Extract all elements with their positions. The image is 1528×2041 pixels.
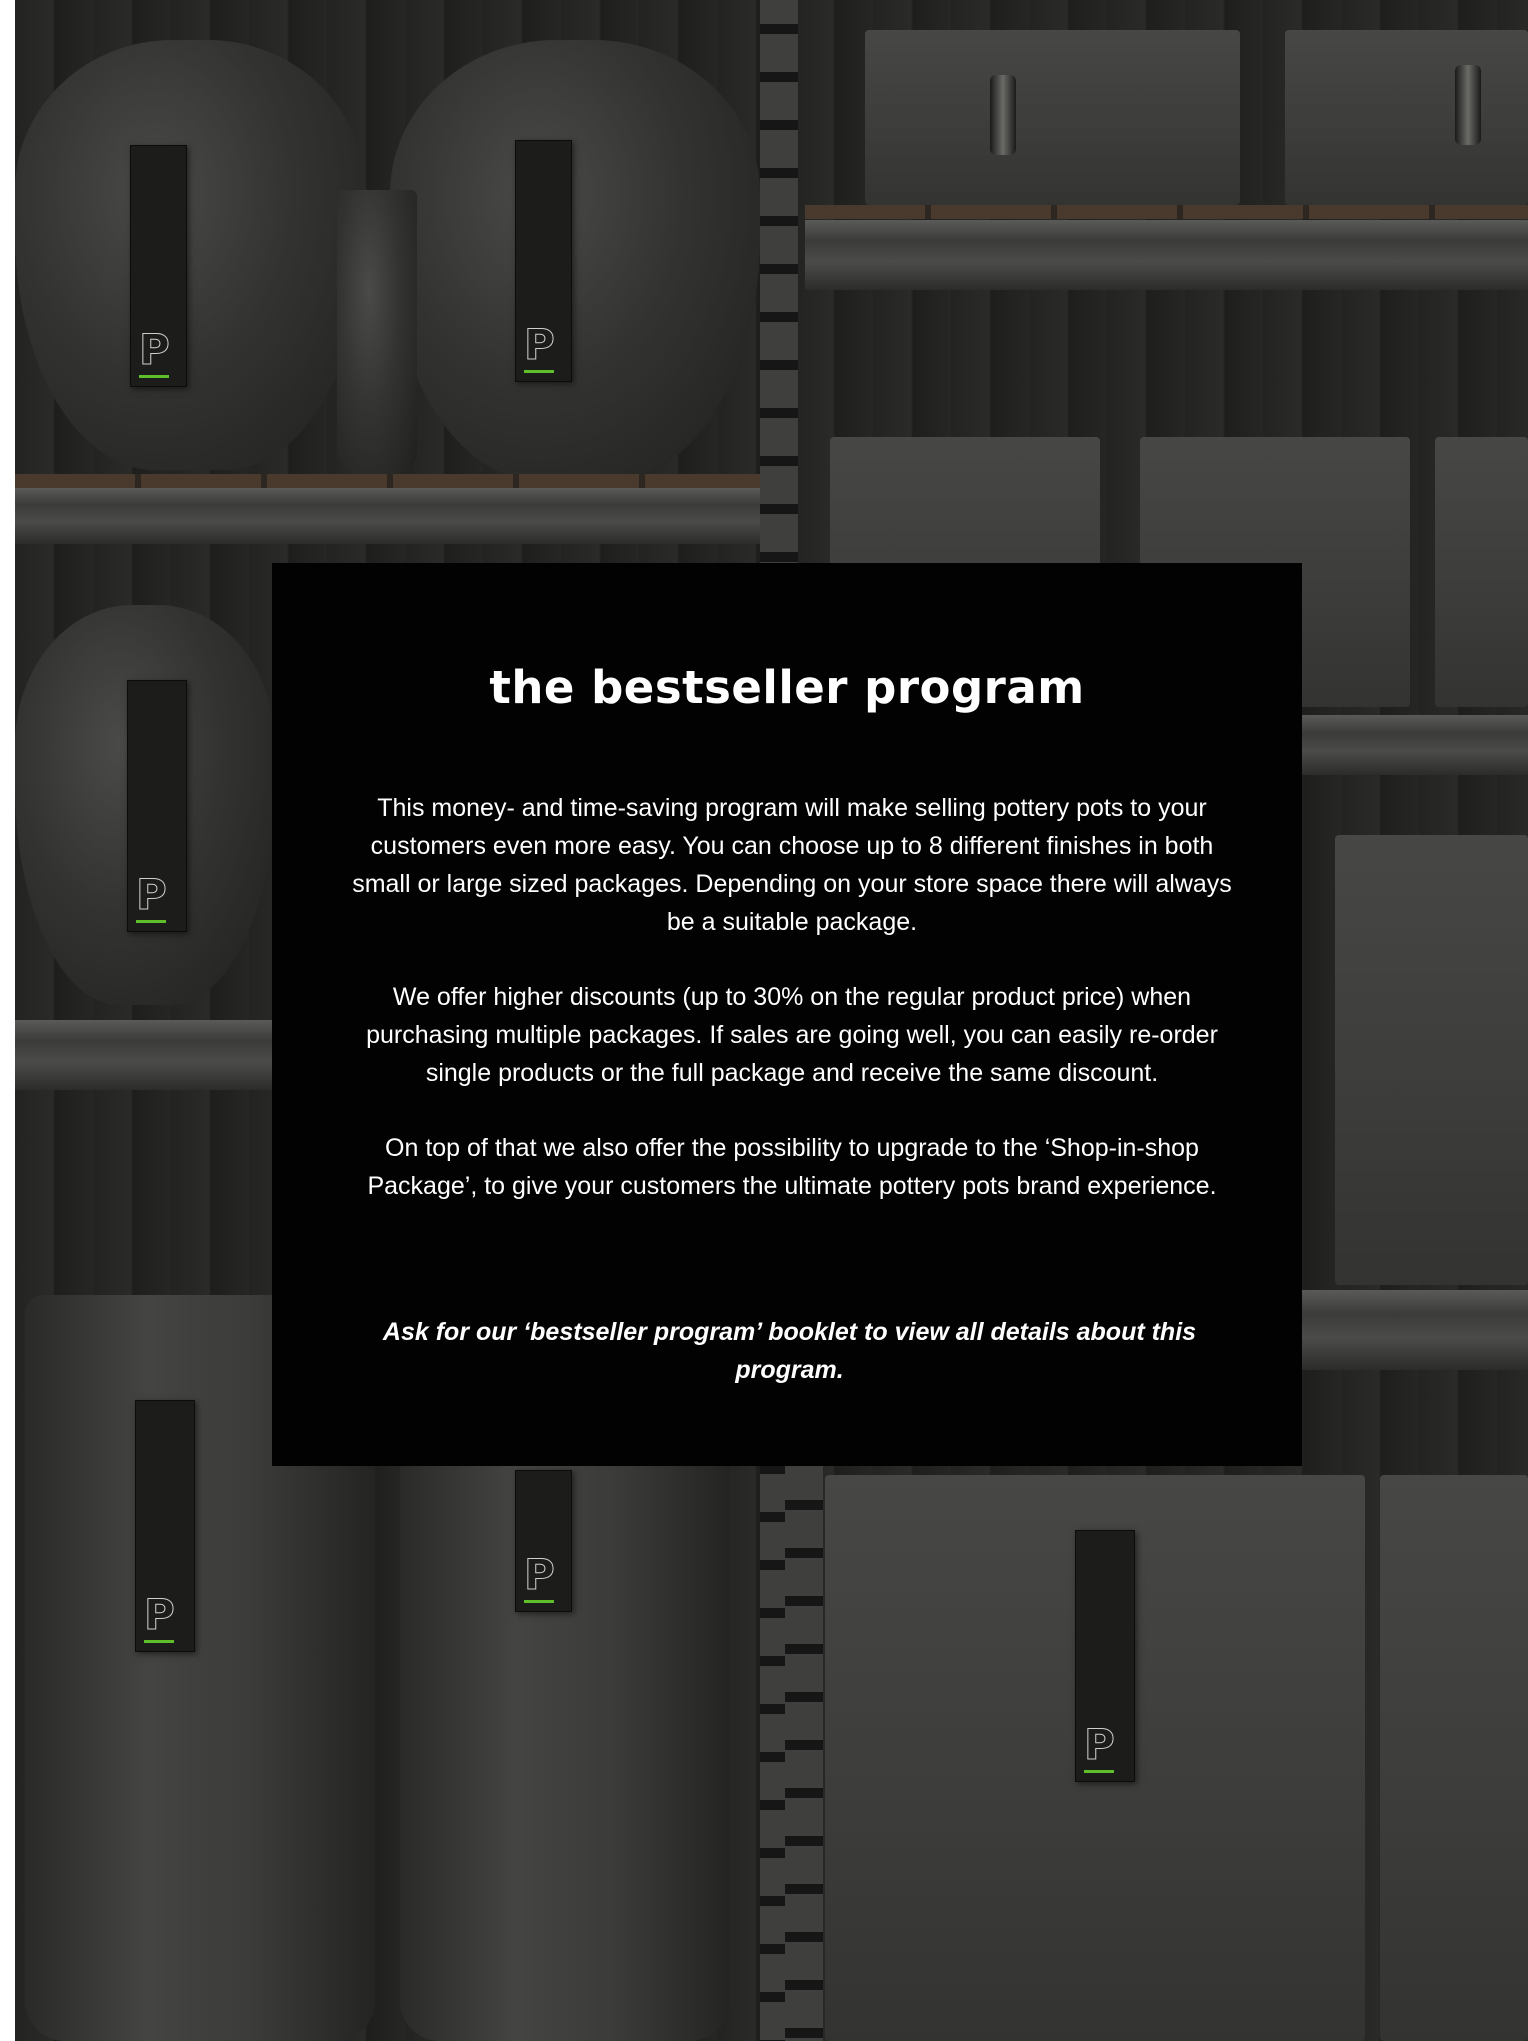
- product-tag: P: [130, 145, 187, 387]
- square-pot: [1335, 835, 1528, 1285]
- round-pot: [15, 40, 365, 470]
- round-pot: [390, 40, 760, 480]
- paragraph: This money- and time-saving program will…: [352, 794, 1232, 936]
- tag-accent: [144, 1640, 174, 1643]
- shelf-post: [785, 1380, 823, 2041]
- square-pot: [1285, 30, 1528, 205]
- tag-accent: [139, 375, 169, 378]
- panel-title: the bestseller program: [489, 661, 1085, 714]
- product-tag: P: [515, 1470, 572, 1612]
- brand-logo-icon: P: [139, 325, 171, 374]
- vase: [337, 190, 417, 480]
- page: P P P P P P the bestseller program This …: [15, 0, 1528, 2041]
- shelf-rail: [15, 488, 760, 544]
- tag-accent: [1084, 1770, 1114, 1773]
- shelf-rail: [1285, 1290, 1528, 1370]
- product-tag: P: [127, 680, 187, 932]
- paragraph: We offer higher discounts (up to 30% on …: [366, 983, 1218, 1087]
- brand-logo-icon: P: [524, 1550, 556, 1599]
- shelf-rail: [15, 1020, 275, 1090]
- brand-logo-icon: P: [136, 870, 168, 919]
- product-tag: P: [135, 1400, 195, 1652]
- product-tag: P: [1075, 1530, 1135, 1782]
- pot-handle: [1455, 65, 1481, 145]
- tag-accent: [524, 370, 554, 373]
- call-to-action: Ask for our ‘bestseller program’ booklet…: [382, 1318, 1197, 1384]
- brand-logo-icon: P: [1084, 1720, 1116, 1769]
- tag-accent: [136, 920, 166, 923]
- brand-logo-icon: P: [524, 320, 556, 369]
- paragraph: On top of that we also offer the possibi…: [367, 1134, 1217, 1200]
- square-pot: [1435, 437, 1528, 707]
- shelf-plank: [15, 474, 760, 488]
- info-panel: the bestseller program This money- and t…: [272, 563, 1302, 1466]
- pot-handle: [990, 75, 1016, 155]
- square-pot: [1380, 1475, 1528, 2041]
- panel-body: This money- and time-saving program will…: [352, 789, 1232, 1242]
- shelf-rail: [805, 220, 1528, 290]
- product-tag: P: [515, 140, 572, 382]
- tag-accent: [524, 1600, 554, 1603]
- brand-logo-icon: P: [144, 1590, 176, 1639]
- shelf-plank: [805, 205, 1528, 219]
- square-pot: [865, 30, 1240, 205]
